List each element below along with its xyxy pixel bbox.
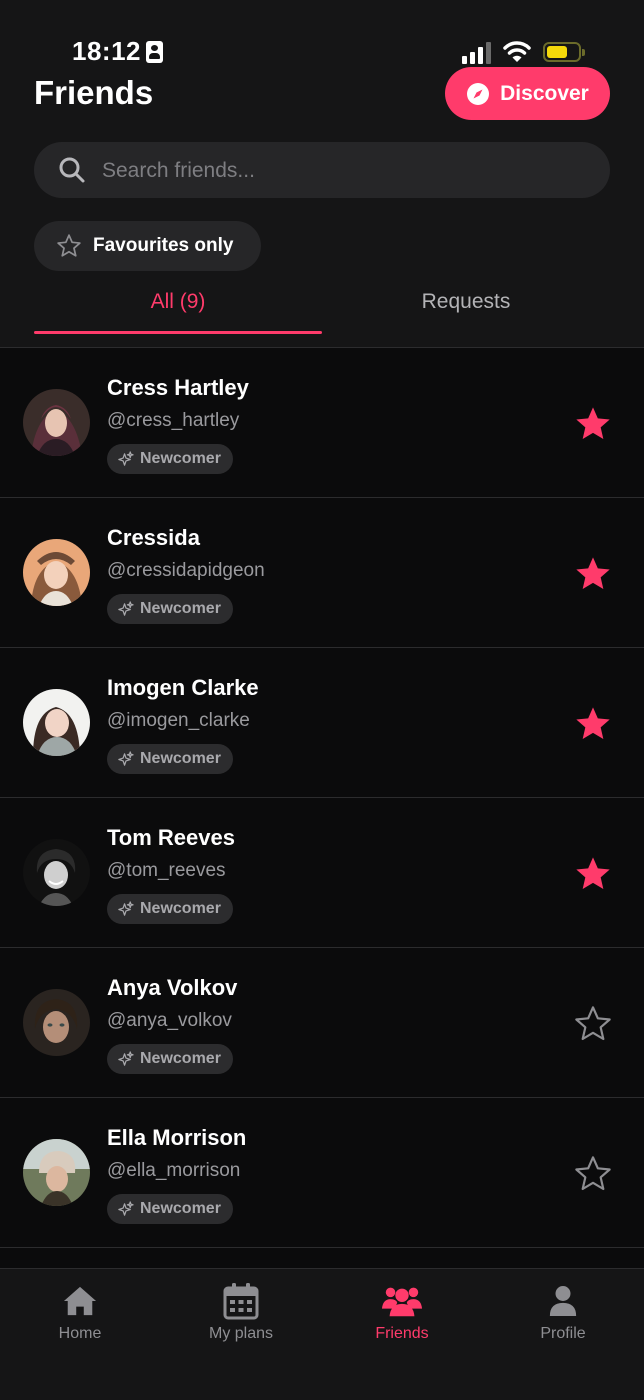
status-time: 18:12 bbox=[72, 36, 141, 66]
discover-label: Discover bbox=[500, 81, 589, 105]
friend-name: Cress Hartley bbox=[107, 375, 249, 400]
nav-friends[interactable]: Friends bbox=[322, 1281, 482, 1343]
badge-label: Newcomer bbox=[140, 450, 221, 467]
friend-row[interactable]: Imogen Clarke @imogen_clarke Newcomer bbox=[0, 647, 644, 797]
page-title: Friends bbox=[34, 74, 154, 111]
avatar bbox=[23, 389, 90, 456]
avatar bbox=[23, 839, 90, 906]
star-filled-icon[interactable] bbox=[573, 554, 613, 594]
friend-handle: @ella_morrison bbox=[107, 1160, 241, 1181]
sparkles-icon bbox=[117, 600, 134, 618]
nav-profile-label: Profile bbox=[540, 1325, 586, 1342]
battery-icon bbox=[543, 42, 585, 62]
avatar bbox=[23, 689, 90, 756]
home-icon bbox=[59, 1281, 101, 1321]
friend-handle: @anya_volkov bbox=[107, 1010, 232, 1031]
friend-handle: @cress_hartley bbox=[107, 410, 240, 431]
newcomer-badge: Newcomer bbox=[107, 744, 233, 774]
tab-requests[interactable]: Requests bbox=[322, 280, 610, 324]
star-outline-icon[interactable] bbox=[573, 1154, 613, 1194]
favourites-only-toggle[interactable]: Favourites only bbox=[34, 221, 261, 271]
search-icon bbox=[58, 156, 86, 184]
search-bar bbox=[34, 142, 610, 200]
nav-my-plans-label: My plans bbox=[208, 1325, 274, 1342]
bottom-tab-bar: Home My plans Friends Profile bbox=[0, 1268, 644, 1400]
search-input[interactable] bbox=[100, 142, 584, 200]
tab-all[interactable]: All (9) bbox=[34, 280, 322, 324]
badge-label: Newcomer bbox=[140, 750, 221, 767]
discover-button[interactable]: Discover bbox=[445, 67, 610, 120]
newcomer-badge: Newcomer bbox=[107, 1194, 233, 1224]
avatar bbox=[23, 539, 90, 606]
calendar-icon bbox=[220, 1281, 262, 1321]
newcomer-badge: Newcomer bbox=[107, 894, 233, 924]
friend-row[interactable]: Cress Hartley @cress_hartley Newcomer bbox=[0, 347, 644, 497]
wifi-icon bbox=[503, 41, 531, 62]
nav-friends-label: Friends bbox=[375, 1325, 429, 1342]
sparkles-icon bbox=[117, 450, 134, 468]
sparkles-icon bbox=[117, 1050, 134, 1068]
nav-my-plans[interactable]: My plans bbox=[161, 1281, 321, 1343]
friend-row[interactable]: Cressida @cressidapidgeon Newcomer bbox=[0, 497, 644, 647]
badge-label: Newcomer bbox=[140, 1050, 221, 1067]
friend-name: Cressida bbox=[107, 525, 200, 550]
sparkles-icon bbox=[117, 900, 134, 918]
sparkles-icon bbox=[117, 750, 134, 768]
sparkles-icon bbox=[117, 1200, 134, 1218]
star-outline-icon[interactable] bbox=[573, 1004, 613, 1044]
badge-label: Newcomer bbox=[140, 900, 221, 917]
contact-card-icon bbox=[146, 41, 163, 63]
star-filled-icon[interactable] bbox=[573, 704, 613, 744]
newcomer-badge: Newcomer bbox=[107, 1044, 233, 1074]
star-outline-icon bbox=[56, 233, 82, 259]
friend-name: Tom Reeves bbox=[107, 825, 235, 850]
favourites-only-label: Favourites only bbox=[93, 235, 234, 256]
friend-handle: @cressidapidgeon bbox=[107, 560, 265, 581]
avatar bbox=[23, 989, 90, 1056]
friend-row[interactable]: Ella Morrison @ella_morrison Newcomer bbox=[0, 1097, 644, 1247]
friend-row[interactable]: Anya Volkov @anya_volkov Newcomer bbox=[0, 947, 644, 1097]
badge-label: Newcomer bbox=[140, 1200, 221, 1217]
star-filled-icon[interactable] bbox=[573, 854, 613, 894]
friend-name: Imogen Clarke bbox=[107, 675, 259, 700]
nav-home[interactable]: Home bbox=[0, 1281, 160, 1343]
nav-home-label: Home bbox=[58, 1325, 102, 1342]
cellular-signal-icon bbox=[462, 42, 492, 64]
friend-handle: @imogen_clarke bbox=[107, 710, 250, 731]
badge-label: Newcomer bbox=[140, 600, 221, 617]
star-filled-icon[interactable] bbox=[573, 404, 613, 444]
users-icon bbox=[381, 1281, 423, 1321]
friend-name: Ella Morrison bbox=[107, 1125, 247, 1150]
friend-handle: @tom_reeves bbox=[107, 860, 226, 881]
active-tab-indicator bbox=[34, 331, 322, 334]
nav-profile[interactable]: Profile bbox=[483, 1281, 643, 1343]
friend-name: Anya Volkov bbox=[107, 975, 238, 1000]
avatar bbox=[23, 1139, 90, 1206]
newcomer-badge: Newcomer bbox=[107, 444, 233, 474]
newcomer-badge: Newcomer bbox=[107, 594, 233, 624]
user-icon bbox=[542, 1281, 584, 1321]
compass-icon bbox=[466, 82, 490, 106]
list-divider bbox=[0, 1247, 644, 1269]
friend-row[interactable]: Tom Reeves @tom_reeves Newcomer bbox=[0, 797, 644, 947]
